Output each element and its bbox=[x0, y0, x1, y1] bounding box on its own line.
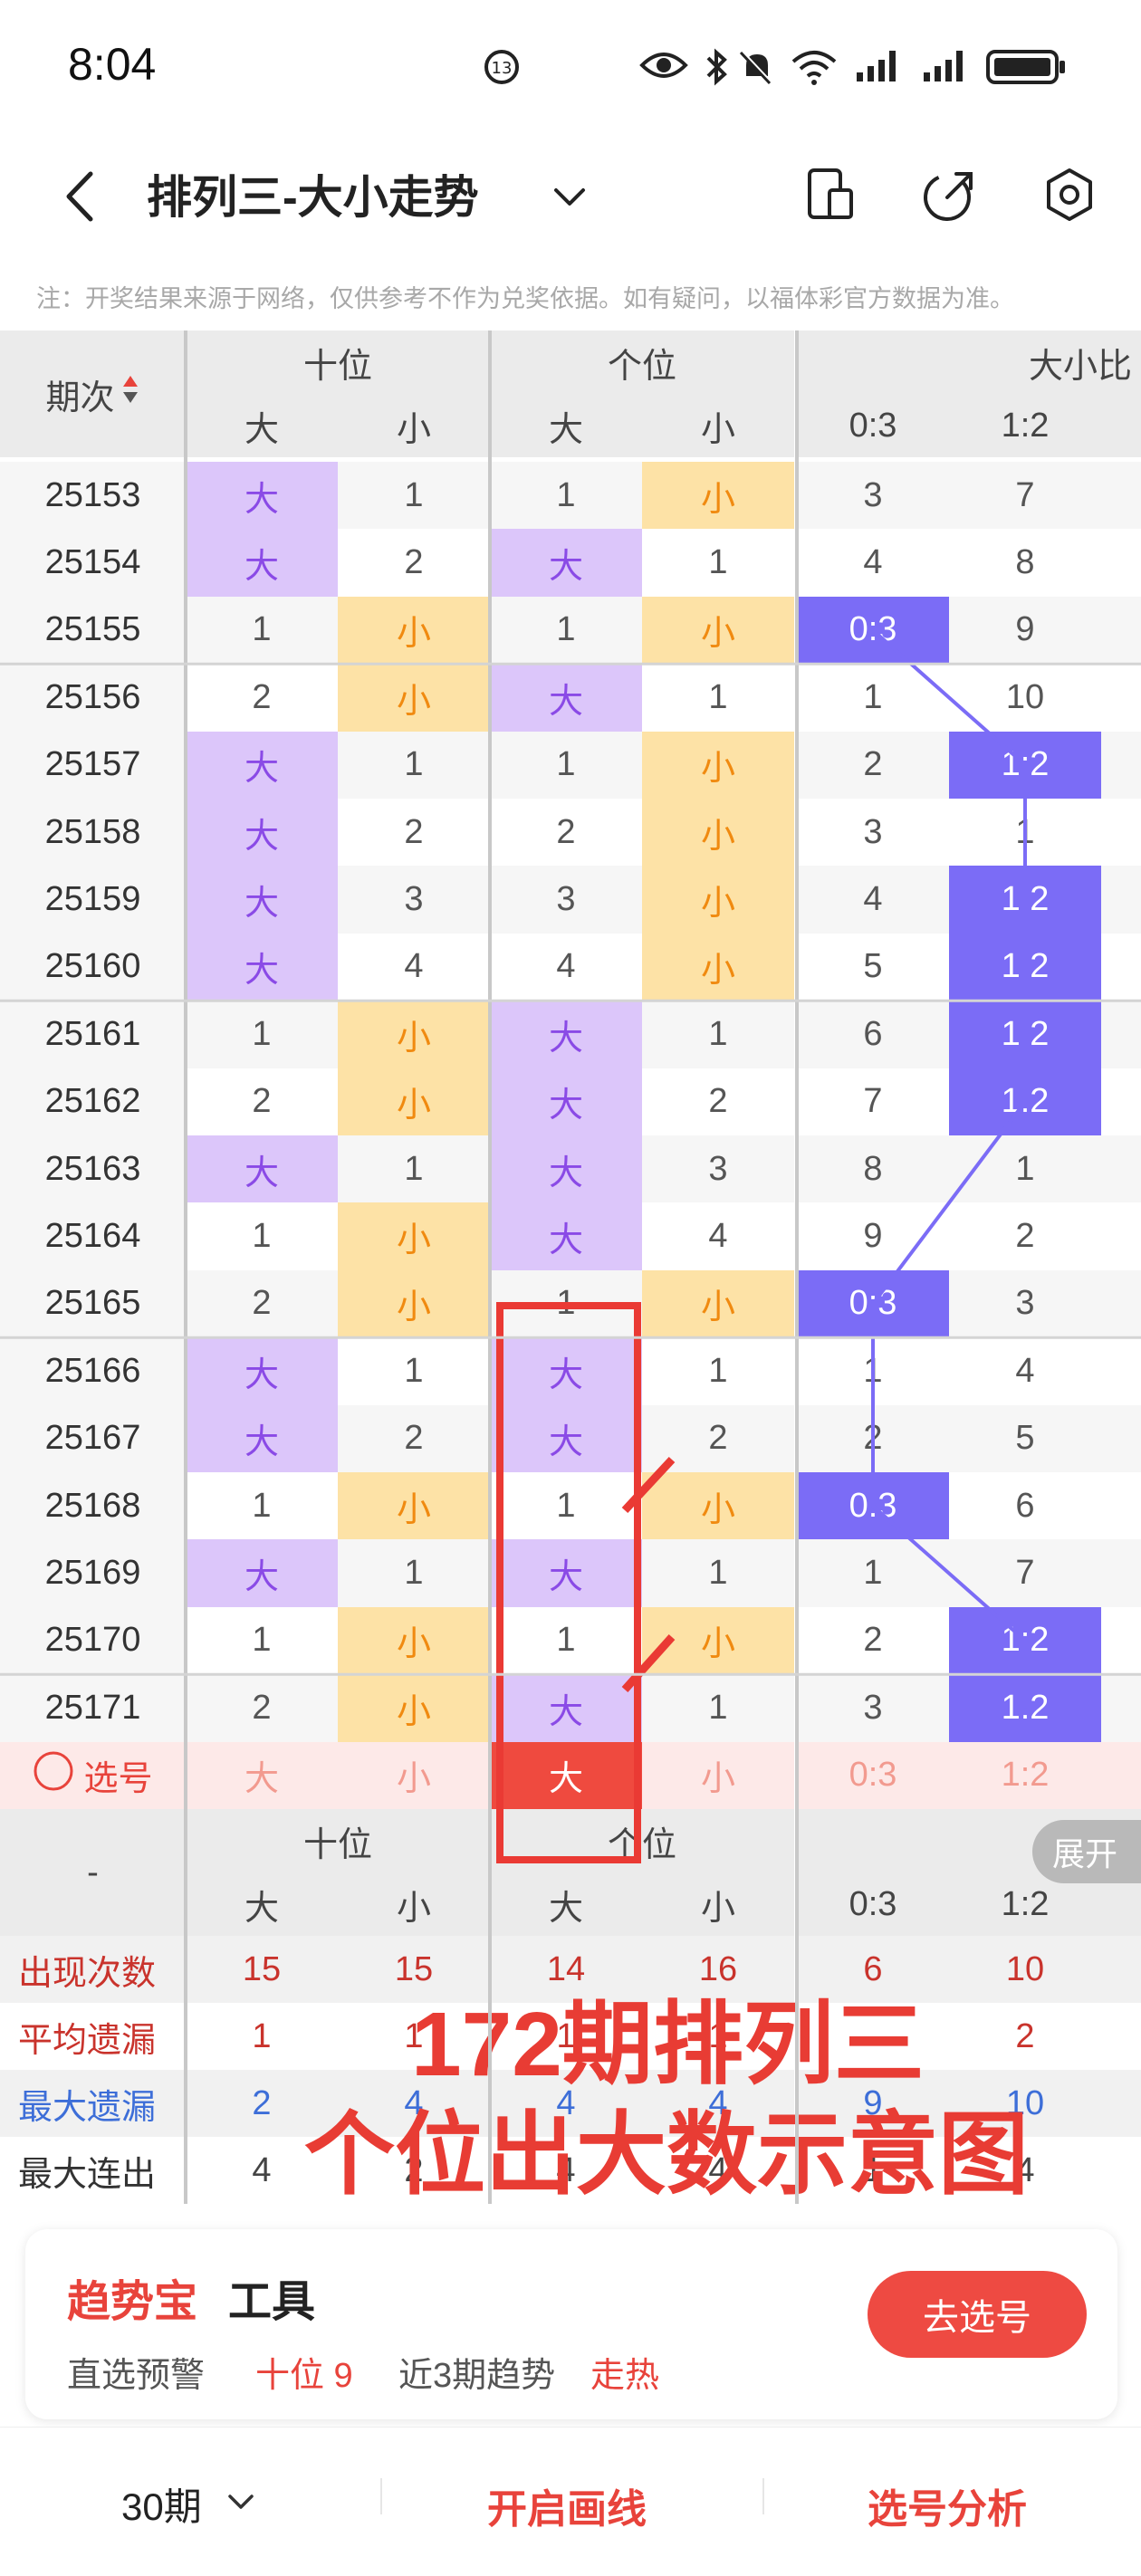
wifi-icon bbox=[788, 47, 840, 91]
trend-label: 近3期趋势 bbox=[398, 2357, 556, 2395]
trend-lines bbox=[0, 330, 1141, 2204]
alert-label: 直选预警 bbox=[67, 2357, 206, 2395]
status-time: 8:04 bbox=[68, 39, 157, 90]
divider bbox=[762, 2478, 764, 2514]
go-select-button[interactable]: 去选号 bbox=[868, 2271, 1087, 2358]
share-icon[interactable] bbox=[916, 163, 980, 228]
trend-table[interactable]: 期次 十位 个位 大小比大小大小 0:3 1:2 25153 大 1 1 小 3 7 25154 大 2 大 1 4… bbox=[0, 330, 1141, 2223]
period-selector[interactable]: 30期 bbox=[121, 2476, 202, 2532]
svg-text:13: 13 bbox=[492, 59, 513, 78]
battery-icon bbox=[985, 47, 1067, 91]
status-bar: 8:04 13 bbox=[0, 0, 1141, 136]
trend-tool-card: 趋势宝 工具 直选预警 十位 9 近3期趋势 走热 去选号 bbox=[25, 2229, 1117, 2419]
analysis-button[interactable]: 选号分析 bbox=[868, 2476, 1027, 2534]
notification-icon: 13 bbox=[482, 47, 522, 91]
signal-icon-1 bbox=[855, 47, 904, 88]
eye-icon bbox=[639, 47, 688, 88]
tool-brand-suffix: 工具 bbox=[228, 2278, 316, 2326]
disclaimer-notice: 注：开奖结果来源于网络，仅供参考不作为兑奖依据。如有疑问，以福体彩官方数据为准。 bbox=[36, 285, 1014, 312]
device-icon[interactable] bbox=[801, 163, 860, 228]
draw-lines-button[interactable]: 开启画线 bbox=[487, 2476, 647, 2534]
page-title[interactable]: 排列三-大小走势 bbox=[147, 161, 479, 226]
alert-value: 十位 9 bbox=[255, 2357, 353, 2395]
back-chevron-icon[interactable] bbox=[54, 165, 109, 228]
divider bbox=[380, 2478, 382, 2514]
trend-value: 走热 bbox=[590, 2357, 660, 2395]
bottom-bar: 30期 开启画线 选号分析 bbox=[0, 2427, 1141, 2576]
mute-bell-icon bbox=[737, 47, 777, 91]
signal-icon-2 bbox=[922, 47, 971, 88]
settings-icon[interactable] bbox=[1038, 163, 1101, 228]
chevron-down-icon[interactable] bbox=[223, 2484, 259, 2520]
tool-brand: 趋势宝 bbox=[67, 2278, 198, 2326]
ratio-trend-line bbox=[871, 628, 1027, 1709]
bluetooth-icon bbox=[705, 47, 730, 91]
chevron-down-icon[interactable] bbox=[547, 174, 592, 219]
